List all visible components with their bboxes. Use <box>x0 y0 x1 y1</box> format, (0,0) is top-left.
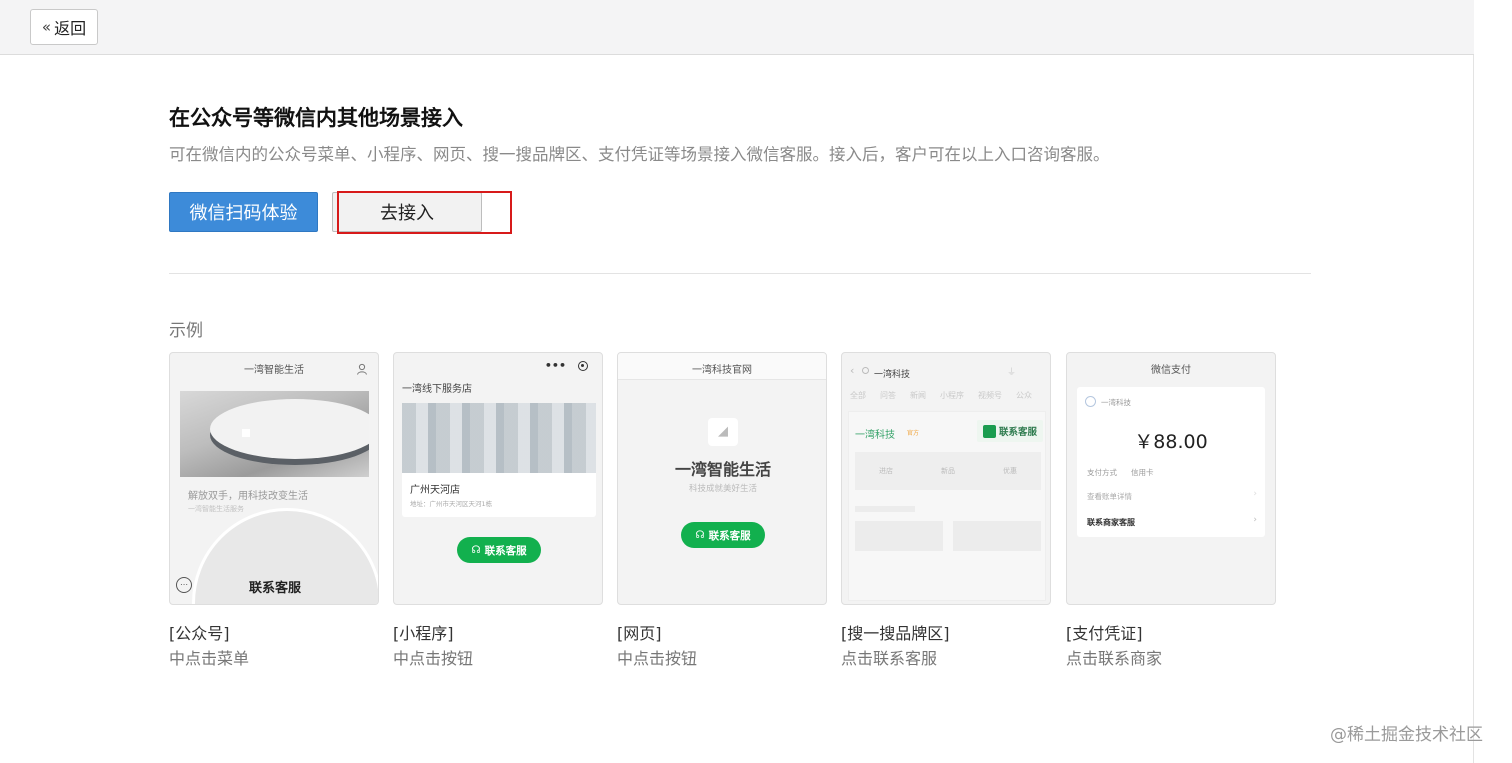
search-tabs: 全部 问答 新闻 小程序 视频号 公众 <box>850 390 1050 401</box>
store-name: 广州天河店 <box>410 485 460 496</box>
brand-panel: 一湾科技 官方 联系客服 进店 新品 优惠 <box>848 411 1046 601</box>
back-chevron-icon: ‹ <box>850 364 855 377</box>
card-title: 微信支付 <box>1151 365 1191 376</box>
hero-subtitle: 科技成就美好生活 <box>688 484 757 494</box>
receipt-panel: 一湾科技 ￥88.00 支付方式 信用卡 查看账单详情 › 联系商家客服 › <box>1077 387 1265 537</box>
contact-service-label: 联系客服 <box>484 544 527 557</box>
brand-contact-button[interactable]: 联系客服 <box>977 420 1043 442</box>
mic-icon: ⏚ <box>1007 368 1017 378</box>
contact-service-label: 联系客服 <box>708 529 751 542</box>
service-avatar-icon <box>982 424 996 438</box>
search-tab: 全部 <box>850 391 866 400</box>
banner-text: 解放双手，用科技改变生活 <box>188 491 308 502</box>
example-card-payment: 微信支付 一湾科技 ￥88.00 支付方式 信用卡 查看账单详情 › 联系商家客… <box>1066 352 1276 605</box>
search-tab: 公众 <box>1016 391 1032 400</box>
example-card-search-brand: ‹ 一湾科技 ⏚ 全部 问答 新闻 小程序 视频号 公众 一湾科技 官方 联系客… <box>841 352 1051 605</box>
mini-program-title: 一湾线下服务店 <box>402 384 472 395</box>
brand-icon-row: 进店 新品 优惠 <box>855 452 1041 490</box>
chevron-right-icon: › <box>1253 489 1257 499</box>
store-image <box>402 403 596 473</box>
top-bar: « 返回 <box>0 0 1474 55</box>
person-icon <box>356 360 368 375</box>
back-button[interactable]: « 返回 <box>30 9 98 45</box>
example-card-official-account: 一湾智能生活 解放双手，用科技改变生活 一湾智能生活服务 ⋯ 联系客服 <box>169 352 379 605</box>
contact-service-button[interactable]: ☊ 联系客服 <box>681 522 765 548</box>
placeholder-card <box>855 521 943 551</box>
pay-method-value: 信用卡 <box>1131 468 1154 477</box>
brand-badge: 官方 <box>907 430 920 437</box>
wechat-scan-button[interactable]: 微信扫码体验 <box>169 192 318 232</box>
hero-title: 一湾智能生活 <box>674 460 771 479</box>
example-label: 示例 <box>169 321 203 341</box>
headset-icon: ☊ <box>695 529 705 541</box>
site-logo: ◢ <box>708 418 738 446</box>
order-detail-link[interactable]: 查看账单详情 <box>1087 491 1132 502</box>
contact-service-button[interactable]: ☊ 联系客服 <box>457 537 541 563</box>
banner-image <box>180 391 369 477</box>
content-panel: « 返回 在公众号等微信内其他场景接入 可在微信内的公众号菜单、小程序、网页、搜… <box>0 0 1474 763</box>
search-query: 一湾科技 <box>874 370 911 380</box>
double-chevron-left-icon: « <box>41 18 52 36</box>
search-tab: 视频号 <box>978 391 1002 400</box>
card-caption-title: [支付凭证] <box>1066 624 1143 643</box>
discount-icon: 优惠 <box>1003 467 1017 475</box>
card-caption-title: [小程序] <box>393 624 454 643</box>
back-label: 返回 <box>54 19 87 38</box>
placeholder-bar <box>855 506 915 512</box>
menu-contact-label: 联系客服 <box>248 581 301 596</box>
search-icon <box>862 367 869 374</box>
example-card-mini-program: ••• 一湾线下服务店 广州天河店 地址：广州市天河区天河1栋 ☊ 联系客服 <box>393 352 603 605</box>
shop-icon: 进店 <box>879 467 893 475</box>
store-card: 广州天河店 地址：广州市天河区天河1栋 <box>402 403 596 517</box>
card-title: 一湾智能生活 <box>244 365 304 376</box>
contact-merchant-link[interactable]: 联系商家客服 <box>1087 517 1135 528</box>
card-title: 一湾科技官网 <box>692 365 752 376</box>
card-caption-desc: 中点击按钮 <box>617 649 698 668</box>
card-caption-title: [公众号] <box>169 624 230 643</box>
go-connect-button[interactable]: 去接入 <box>332 192 482 232</box>
divider <box>169 273 1311 274</box>
card-caption-desc: 中点击菜单 <box>169 649 250 668</box>
brand-name: 一湾科技 <box>855 430 895 441</box>
pay-method-label: 支付方式 <box>1087 468 1117 477</box>
page-description: 可在微信内的公众号菜单、小程序、网页、搜一搜品牌区、支付凭证等场景接入微信客服。… <box>169 145 1110 164</box>
search-tab: 新闻 <box>910 391 926 400</box>
more-icon: ••• <box>544 359 566 372</box>
merchant-logo-icon <box>1085 396 1096 407</box>
headset-icon: ☊ <box>471 544 481 556</box>
watermark: @稀土掘金技术社区 <box>1330 725 1483 745</box>
store-address: 地址：广州市天河区天河1栋 <box>410 500 493 508</box>
new-icon: 新品 <box>941 467 955 475</box>
card-caption-desc: 点击联系客服 <box>841 649 938 668</box>
banner-subtext: 一湾智能生活服务 <box>188 505 244 513</box>
placeholder-card <box>953 521 1041 551</box>
chevron-right-icon: › <box>1253 515 1257 525</box>
card-caption-title: [网页] <box>617 624 662 643</box>
search-tab: 小程序 <box>940 391 964 400</box>
card-caption-title: [搜一搜品牌区] <box>841 624 950 643</box>
page: « 返回 在公众号等微信内其他场景接入 可在微信内的公众号菜单、小程序、网页、搜… <box>0 0 1512 763</box>
search-tab: 问答 <box>880 391 896 400</box>
example-card-webpage: 一湾科技官网 ◢ 一湾智能生活 科技成就美好生活 ☊ 联系客服 <box>617 352 827 605</box>
brand-contact-label: 联系客服 <box>998 427 1037 438</box>
payment-amount: ￥88.00 <box>1134 431 1208 453</box>
page-title: 在公众号等微信内其他场景接入 <box>169 106 463 130</box>
merchant-name: 一湾科技 <box>1101 398 1131 407</box>
target-icon <box>578 361 588 371</box>
card-caption-desc: 中点击按钮 <box>393 649 474 668</box>
card-caption-desc: 点击联系商家 <box>1066 649 1163 668</box>
